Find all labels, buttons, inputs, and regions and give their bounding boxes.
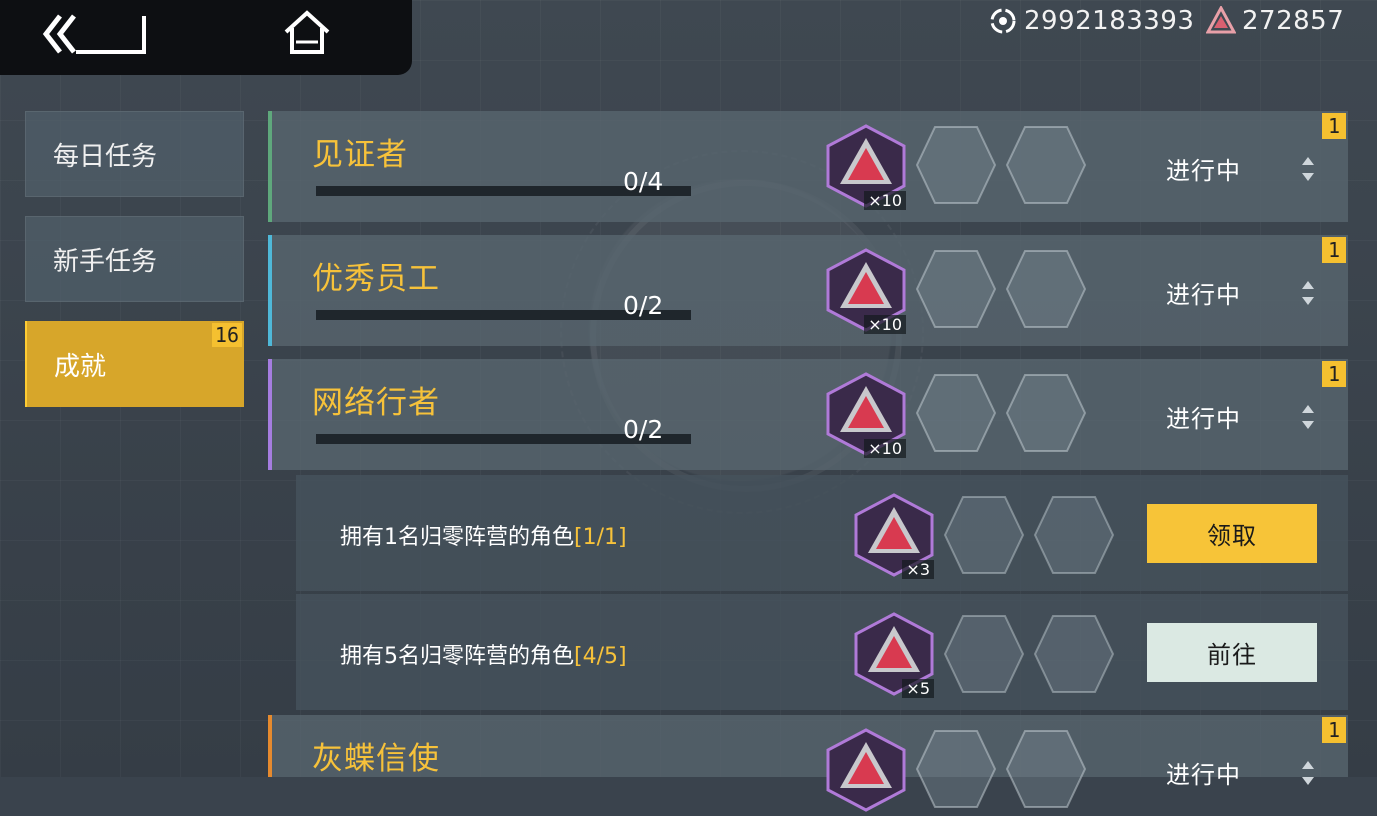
reward-item[interactable]: ×5 xyxy=(852,612,936,698)
claim-button[interactable]: 领取 xyxy=(1147,504,1317,563)
sidebar-item-label: 成就 xyxy=(54,351,107,382)
achievement-title: 网络行者 xyxy=(312,385,440,421)
achievement-badge: 1 xyxy=(1322,237,1346,263)
collapse-toggle-icon[interactable] xyxy=(1300,403,1316,431)
sidebar-item-daily[interactable]: 每日任务 xyxy=(25,111,244,197)
reward-count: ×5 xyxy=(902,679,934,698)
empty-reward-slot xyxy=(1005,730,1087,808)
gem-icon xyxy=(1206,6,1236,34)
achievement-badge: 1 xyxy=(1322,113,1346,139)
gems-display[interactable]: 272857 xyxy=(1206,6,1344,36)
sidebar-item-label: 每日任务 xyxy=(53,141,158,172)
achievement-card[interactable]: 网络行者 0/2 ×10 进行中 1 xyxy=(268,359,1348,470)
crystal-icon xyxy=(826,728,906,812)
home-button[interactable] xyxy=(282,10,332,56)
empty-reward-slot xyxy=(915,374,997,452)
credits-icon xyxy=(990,8,1016,34)
achievement-badge: 1 xyxy=(1322,717,1346,743)
reward-item[interactable]: ×10 xyxy=(824,124,908,210)
reward-count: ×10 xyxy=(864,315,906,334)
status-text: 进行中 xyxy=(1166,281,1241,309)
reward-item[interactable]: ×10 xyxy=(824,248,908,334)
subtask-description: 拥有1名归零阵营的角色 xyxy=(340,525,574,550)
sidebar-badge: 16 xyxy=(211,323,242,347)
subtask-row: 拥有1名归零阵营的角色[1/1] ×3 领取 xyxy=(296,475,1348,591)
expand-toggle-icon[interactable] xyxy=(1300,759,1316,787)
credits-display[interactable]: 2992183393 xyxy=(988,6,1194,36)
empty-reward-slot xyxy=(915,730,997,808)
card-stripe xyxy=(268,359,272,470)
achievement-card[interactable]: 灰蝶信使 进行中 1 xyxy=(268,715,1348,812)
empty-reward-slot xyxy=(1033,496,1115,574)
subtask-text: 拥有5名归零阵营的角色[4/5] xyxy=(340,638,627,670)
empty-reward-slot xyxy=(943,496,1025,574)
progress-text: 0/2 xyxy=(623,415,664,444)
empty-reward-slot xyxy=(1033,615,1115,693)
reward-item[interactable]: ×10 xyxy=(824,372,908,458)
reward-item[interactable]: ×3 xyxy=(852,493,936,579)
subtask-count: [4/5] xyxy=(574,644,627,669)
card-stripe xyxy=(268,111,272,222)
achievement-card[interactable]: 优秀员工 0/2 ×10 进行中 1 xyxy=(268,235,1348,346)
achievement-title: 灰蝶信使 xyxy=(312,741,440,777)
sidebar-item-label: 新手任务 xyxy=(53,246,158,277)
empty-reward-slot xyxy=(915,250,997,328)
progress-text: 0/2 xyxy=(623,291,664,320)
subtask-text: 拥有1名归零阵营的角色[1/1] xyxy=(340,519,627,551)
gems-value: 272857 xyxy=(1242,6,1345,36)
empty-reward-slot xyxy=(943,615,1025,693)
reward-item[interactable] xyxy=(824,728,908,812)
top-nav-bar xyxy=(0,0,412,75)
reward-count: ×10 xyxy=(864,191,906,210)
reward-count: ×10 xyxy=(864,439,906,458)
status-text: 进行中 xyxy=(1166,405,1241,433)
status-text: 进行中 xyxy=(1166,157,1241,185)
achievement-title: 见证者 xyxy=(312,137,408,173)
expand-toggle-icon[interactable] xyxy=(1300,155,1316,183)
subtask-row: 拥有5名归零阵营的角色[4/5] ×5 前往 xyxy=(296,594,1348,710)
empty-reward-slot xyxy=(915,126,997,204)
goto-button[interactable]: 前往 xyxy=(1147,623,1317,682)
card-stripe xyxy=(268,235,272,346)
subtask-count: [1/1] xyxy=(574,525,627,550)
credits-value: 2992183393 xyxy=(1024,6,1195,36)
empty-reward-slot xyxy=(1005,374,1087,452)
achievement-card[interactable]: 见证者 0/4 ×10 进行中 1 xyxy=(268,111,1348,222)
achievement-title: 优秀员工 xyxy=(312,261,440,297)
empty-reward-slot xyxy=(1005,126,1087,204)
status-text: 进行中 xyxy=(1166,761,1241,789)
expand-toggle-icon[interactable] xyxy=(1300,279,1316,307)
card-stripe xyxy=(268,715,272,777)
achievement-badge: 1 xyxy=(1322,361,1346,387)
progress-text: 0/4 xyxy=(623,167,664,196)
subtask-description: 拥有5名归零阵营的角色 xyxy=(340,644,574,669)
back-button[interactable] xyxy=(40,12,150,56)
sidebar-item-achievements[interactable]: 成就 16 xyxy=(25,321,244,407)
sidebar-item-newbie[interactable]: 新手任务 xyxy=(25,216,244,302)
reward-count: ×3 xyxy=(902,560,934,579)
empty-reward-slot xyxy=(1005,250,1087,328)
